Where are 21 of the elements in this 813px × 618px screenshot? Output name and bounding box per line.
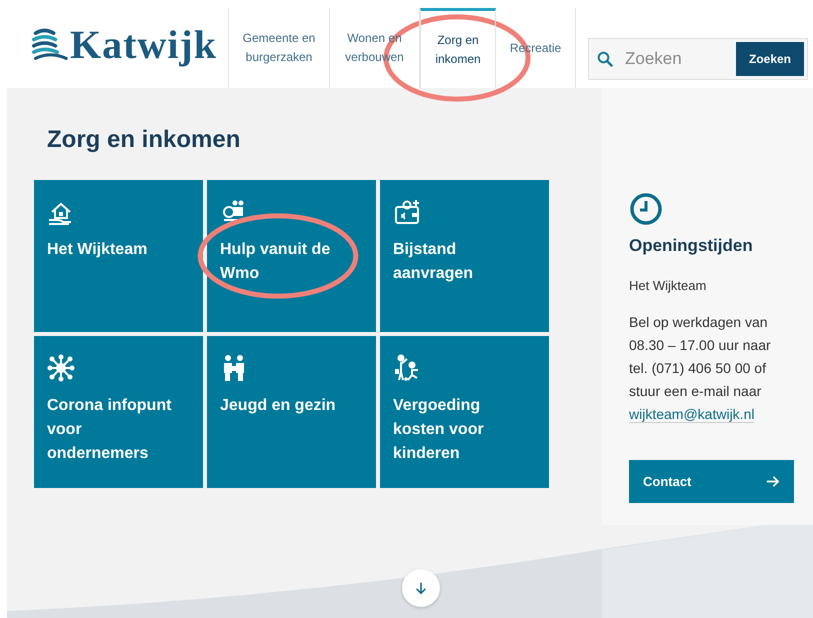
category-tile[interactable]: Het Wijkteam <box>34 180 203 332</box>
tile-label: Het Wijkteam <box>47 240 148 260</box>
category-tile[interactable]: Vergoeding kosten voor kinderen <box>380 336 549 488</box>
logo-text: Katwijk <box>70 20 217 68</box>
tile-label: Hulp vanuit de Wmo <box>220 240 332 284</box>
tile-label: Corona infopunt voor ondernemers <box>47 396 172 464</box>
contact-paragraph: Bel op werkdagen van 08.30 – 17.00 uur naar tel. (071) 406 50 00 of stuur een e-mail naar wijkteam@katwijk.nl <box>629 313 772 425</box>
sidebar-subheading: Het Wijkteam <box>629 278 708 293</box>
tile-label: Jeugd en gezin <box>220 396 337 416</box>
email-link[interactable]: wijkteam@katwijk.nl <box>629 406 754 423</box>
category-tile[interactable]: Corona infopunt voor ondernemers <box>34 336 203 488</box>
search-button[interactable]: Zoeken <box>736 42 804 76</box>
page-title: Zorg en inkomen <box>47 126 242 154</box>
search-field[interactable]: Zoeken <box>623 48 723 70</box>
category-tile[interactable]: Jeugd en gezin <box>207 336 376 488</box>
category-tile[interactable]: Hulp vanuit de Wmo <box>207 180 376 332</box>
tile-label: Bijstand aanvragen <box>393 240 474 284</box>
tile-label: Vergoeding kosten voor kinderen <box>393 396 485 464</box>
category-tile[interactable]: Bijstand aanvragen <box>380 180 549 332</box>
sidebar-heading: Openingstijden <box>629 236 754 256</box>
contact-button[interactable]: Contact <box>629 460 794 503</box>
